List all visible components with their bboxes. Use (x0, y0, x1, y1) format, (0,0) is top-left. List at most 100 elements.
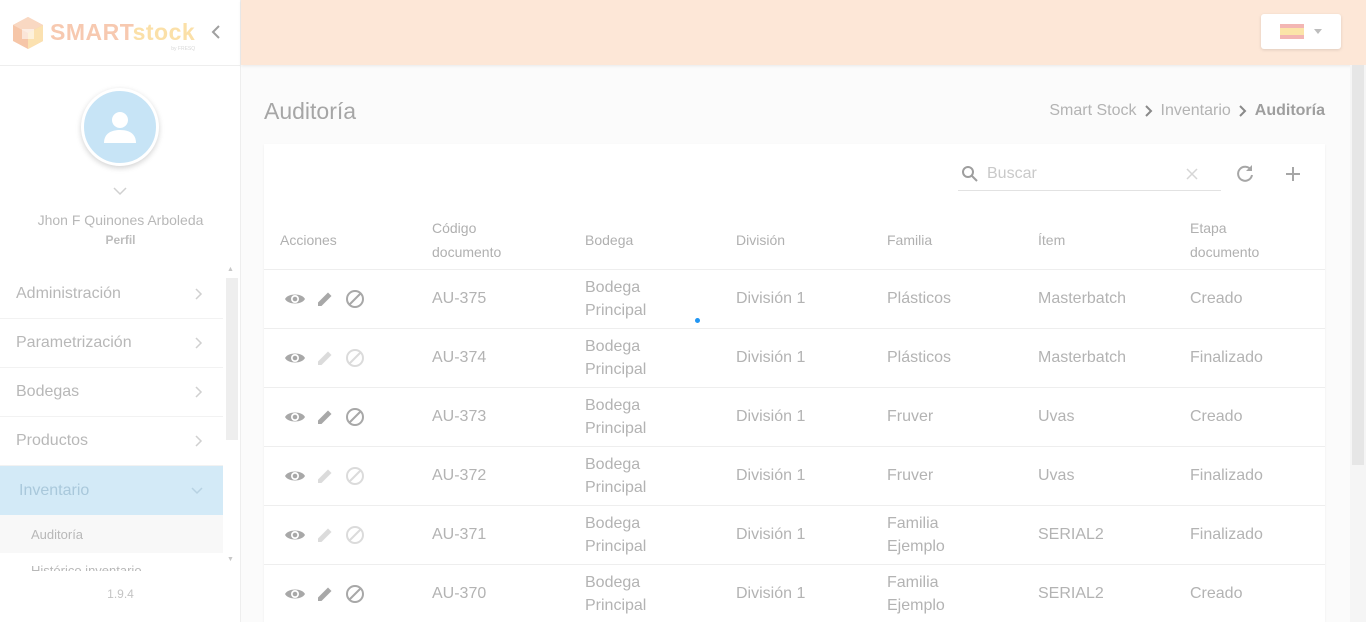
actions-cell (264, 269, 416, 329)
block-icon (346, 584, 364, 603)
table-row: AU-371 Bodega Principal División 1 Famil… (264, 505, 1325, 565)
cancel-button[interactable] (344, 465, 366, 487)
column-header[interactable]: Código documento (416, 212, 569, 270)
column-header[interactable]: Etapa documento (1174, 212, 1325, 270)
code-cell: AU-373 (416, 387, 569, 447)
sidebar-subitem-historico-inventario[interactable]: Histórico inventario (0, 553, 223, 571)
stage-cell: Finalizado (1174, 505, 1325, 565)
family-cell: Fruver (871, 446, 1022, 506)
view-button[interactable] (284, 347, 306, 369)
audit-card: Acciones Código documento Bodega Divisió… (264, 144, 1325, 622)
chevron-right-icon (195, 337, 203, 349)
division-cell: División 1 (720, 446, 871, 506)
pencil-icon (318, 292, 332, 306)
avatar[interactable] (81, 88, 159, 166)
sidebar-subitem-auditoria[interactable]: Auditoría (0, 515, 223, 553)
eye-icon (285, 412, 305, 421)
view-button[interactable] (284, 524, 306, 546)
spain-flag-icon (1280, 24, 1304, 39)
column-header[interactable]: División (720, 212, 871, 270)
sidebar-scrollbar[interactable]: ▲ ▼ (224, 264, 239, 570)
division-cell: División 1 (720, 269, 871, 329)
edit-button[interactable] (314, 406, 336, 428)
cancel-button[interactable] (344, 347, 366, 369)
table-row: AU-374 Bodega Principal División 1 Plást… (264, 328, 1325, 388)
breadcrumb-link-inventario[interactable]: Inventario (1161, 102, 1231, 120)
edit-button[interactable] (314, 524, 336, 546)
loading-spinner (695, 318, 700, 323)
column-header[interactable]: Familia (871, 212, 1022, 270)
family-cell: Familia Ejemplo (871, 505, 1022, 565)
sidebar-item-label: Inventario (19, 481, 90, 499)
view-button[interactable] (284, 406, 306, 428)
language-selector[interactable] (1261, 14, 1341, 49)
search-icon (962, 166, 978, 182)
division-cell: División 1 (720, 564, 871, 622)
edit-button[interactable] (314, 347, 336, 369)
caret-down-icon (1314, 29, 1322, 34)
sidebar-item-bodegas[interactable]: Bodegas (0, 368, 223, 417)
pencil-icon (318, 469, 332, 483)
clear-search-icon[interactable] (1186, 164, 1198, 185)
chevron-down-icon (113, 187, 127, 196)
view-button[interactable] (284, 465, 306, 487)
item-cell: Masterbatch (1022, 328, 1174, 388)
sidebar-item-label: Administración (16, 285, 121, 302)
column-header[interactable]: Acciones (264, 212, 416, 270)
stage-cell: Creado (1174, 387, 1325, 447)
view-button[interactable] (284, 288, 306, 310)
edit-button[interactable] (314, 288, 336, 310)
cancel-button[interactable] (344, 583, 366, 605)
division-cell: División 1 (720, 505, 871, 565)
plus-icon (1286, 167, 1300, 181)
sidebar-item-parametrizacion[interactable]: Parametrización (0, 319, 223, 368)
brand-name: SMARTstock by FRESQ (50, 19, 196, 52)
cancel-button[interactable] (344, 524, 366, 546)
user-role-link[interactable]: Perfil (0, 233, 241, 247)
sidebar-scrollbar-thumb[interactable] (226, 278, 238, 440)
cancel-button[interactable] (344, 406, 366, 428)
top-bar (241, 0, 1366, 65)
view-button[interactable] (284, 583, 306, 605)
refresh-button[interactable] (1233, 162, 1257, 186)
edit-button[interactable] (314, 465, 336, 487)
profile-menu-toggle[interactable] (110, 185, 130, 201)
chevron-right-icon (1239, 105, 1247, 117)
family-cell: Familia Ejemplo (871, 564, 1022, 622)
chevron-down-icon (191, 486, 203, 494)
breadcrumb-link-home[interactable]: Smart Stock (1049, 102, 1136, 120)
collapse-sidebar-button[interactable] (206, 20, 226, 44)
sidebar-item-inventario[interactable]: Inventario (0, 466, 223, 515)
column-header[interactable]: Bodega (569, 212, 720, 270)
brand-logo: SMARTstock by FRESQ (0, 0, 240, 66)
sidebar-menu: Administración Parametrización Bodegas P… (0, 270, 223, 572)
cancel-button[interactable] (344, 288, 366, 310)
search-input[interactable] (987, 165, 1187, 183)
division-cell: División 1 (720, 387, 871, 447)
page-scrollbar[interactable] (1350, 65, 1366, 622)
block-icon (346, 466, 364, 485)
edit-button[interactable] (314, 583, 336, 605)
scroll-down-icon[interactable]: ▼ (227, 556, 234, 563)
code-cell: AU-371 (416, 505, 569, 565)
family-cell: Plásticos (871, 269, 1022, 329)
actions-cell (264, 505, 416, 565)
page-title: Auditoría (264, 98, 357, 124)
actions-cell (264, 328, 416, 388)
chevron-right-icon (1144, 105, 1152, 117)
eye-icon (285, 530, 305, 539)
scroll-up-icon[interactable]: ▲ (227, 266, 234, 273)
cube-logo-icon (13, 16, 43, 49)
block-icon (346, 525, 364, 544)
add-button[interactable] (1281, 162, 1305, 186)
sidebar-item-administracion[interactable]: Administración (0, 270, 223, 319)
eye-icon (285, 294, 305, 303)
sidebar-item-productos[interactable]: Productos (0, 417, 223, 466)
stage-cell: Creado (1174, 564, 1325, 622)
family-cell: Fruver (871, 387, 1022, 447)
eye-icon (285, 589, 305, 598)
stage-cell: Finalizado (1174, 446, 1325, 506)
table-row: AU-373 Bodega Principal División 1 Fruve… (264, 387, 1325, 447)
column-header[interactable]: Ítem (1022, 212, 1174, 270)
page-scrollbar-thumb[interactable] (1352, 65, 1364, 465)
